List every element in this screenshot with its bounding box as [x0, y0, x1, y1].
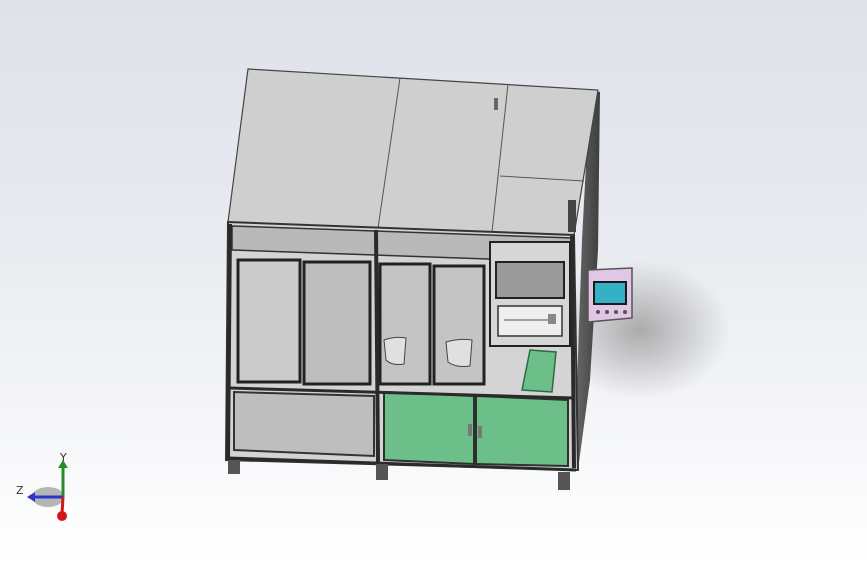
signal-tower — [568, 200, 576, 232]
caster-1 — [228, 460, 240, 474]
green-door-left — [383, 390, 475, 466]
z-axis-label: Z — [16, 484, 24, 497]
green-door-right — [475, 394, 569, 468]
printer-button — [548, 314, 556, 324]
hmi-button-2[interactable] — [605, 310, 609, 314]
x-axis-dot — [57, 511, 67, 521]
window-left-2 — [302, 260, 372, 386]
door-handle-left[interactable] — [468, 424, 472, 436]
y-axis-label: Y — [59, 451, 67, 464]
machine-roof — [227, 68, 599, 236]
frame-post-right — [570, 235, 576, 469]
view-orientation-triad[interactable]: Y Z — [16, 451, 68, 521]
caster-3 — [558, 472, 570, 490]
side-handle — [586, 198, 590, 216]
display-window — [495, 261, 565, 299]
window-left-1 — [236, 258, 302, 384]
hopper-1 — [383, 336, 407, 365]
cad-viewport[interactable]: Y Z — [0, 0, 867, 562]
hopper-2 — [445, 338, 473, 367]
model-view[interactable]: Y Z — [0, 0, 867, 562]
z-axis-arrow — [27, 492, 35, 502]
frame-post-left — [226, 223, 232, 461]
hmi-button-3[interactable] — [614, 310, 618, 314]
roof-latch — [494, 98, 498, 110]
hmi-screen[interactable] — [593, 281, 627, 305]
hmi-button-1[interactable] — [596, 310, 600, 314]
hmi-button-4[interactable] — [623, 310, 627, 314]
frame-post-mid — [374, 229, 380, 463]
lower-cabinet-left — [233, 390, 375, 458]
door-handle-right[interactable] — [478, 426, 482, 438]
window-mid-1 — [378, 262, 432, 386]
caster-2 — [376, 464, 388, 480]
